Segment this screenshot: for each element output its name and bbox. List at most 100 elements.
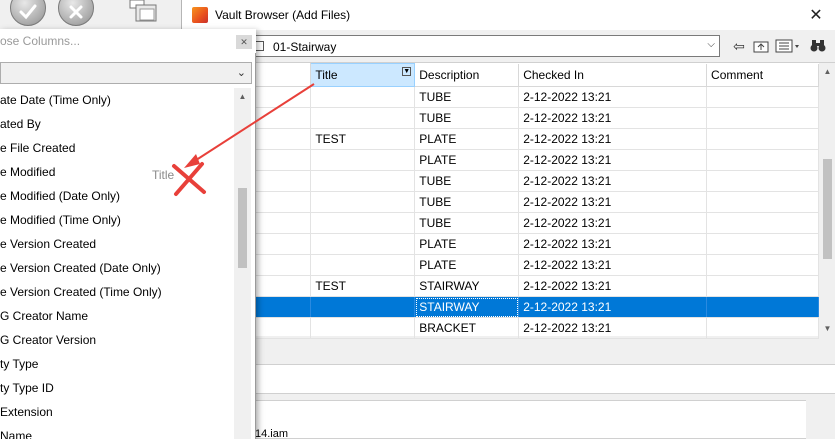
check-button[interactable] (10, 0, 46, 26)
cell-comment (706, 212, 819, 234)
cell-title (310, 212, 416, 234)
file-table: / Title▼ Description Checked In Comment … (182, 62, 835, 339)
column-option[interactable]: e Modified (Date Only) (0, 184, 234, 208)
cell-title (310, 107, 416, 129)
binoculars-icon[interactable] (808, 37, 828, 55)
column-option[interactable]: e Version Created (Date Only) (0, 256, 234, 280)
toolbar (0, 0, 180, 28)
cell-description: PLATE (414, 128, 520, 150)
table-row[interactable]: ptTUBE2-12-2022 13:21 (182, 212, 819, 234)
cell-description: STAIRWAY (414, 296, 520, 318)
lower-scrollbar[interactable] (806, 400, 823, 439)
column-option[interactable]: ate Date (Time Only) (0, 88, 234, 112)
cell-checked-in: 2-12-2022 13:21 (518, 254, 708, 276)
chooser-title-bar: ose Columns... ✕ (0, 29, 256, 53)
cell-comment (706, 275, 819, 297)
vault-browser-window: Vault Browser (Add Files) ✕ 01-Stairway … (181, 0, 835, 439)
column-option[interactable]: ated By (0, 112, 234, 136)
cell-comment (706, 254, 819, 276)
cell-comment (706, 191, 819, 213)
close-icon: ✕ (240, 36, 248, 47)
chevron-down-icon[interactable]: ⌵ (707, 39, 715, 50)
cell-checked-in: 2-12-2022 13:21 (518, 107, 708, 129)
choose-columns-panel: ose Columns... ✕ ⌄ ate Date (Time Only) a… (0, 29, 256, 439)
cell-description: PLATE (414, 254, 520, 276)
cell-comment (706, 128, 819, 150)
cell-comment (706, 233, 819, 255)
table-row[interactable]: wgTESTSTAIRWAY2-12-2022 13:21 (182, 275, 819, 297)
table-row[interactable]: ptTUBE2-12-2022 13:21 (182, 107, 819, 129)
column-category-select[interactable]: ⌄ (0, 62, 252, 84)
cell-title (310, 86, 416, 108)
cell-comment (706, 86, 819, 108)
column-option[interactable]: e File Created (0, 136, 234, 160)
cell-comment (706, 317, 819, 339)
cell-checked-in: 2-12-2022 13:21 (518, 296, 708, 318)
table-row[interactable]: amSTAIRWAY2-12-2022 13:21 (182, 296, 819, 318)
check-icon (19, 4, 37, 20)
cancel-button[interactable] (58, 0, 94, 26)
drag-ghost-label: Title (152, 168, 175, 182)
table-row[interactable]: ptTUBE2-12-2022 13:21 (182, 191, 819, 213)
column-option[interactable]: G Creator Name (0, 304, 234, 328)
x-circle-icon (69, 5, 83, 19)
cell-checked-in: 2-12-2022 13:21 (518, 170, 708, 192)
column-option[interactable]: e Modified (0, 160, 234, 184)
cell-title (310, 317, 416, 339)
view-options-icon[interactable] (774, 37, 802, 55)
chevron-down-icon[interactable]: ⌄ (237, 66, 246, 79)
table-row[interactable]: ptPLATE2-12-2022 13:21 (182, 254, 819, 276)
scroll-up-icon[interactable]: ▲ (819, 63, 835, 80)
column-option[interactable]: Name (0, 424, 234, 439)
filter-icon[interactable]: ▼ (402, 67, 412, 76)
column-option[interactable]: ty Type (0, 352, 234, 376)
back-arrow-icon[interactable]: ⇦ (730, 37, 748, 55)
table-row[interactable]: ptTUBE2-12-2022 13:21 (182, 86, 819, 108)
up-folder-icon[interactable] (752, 37, 770, 55)
column-option[interactable]: e Version Created (Time Only) (0, 280, 234, 304)
chooser-close-button[interactable]: ✕ (236, 35, 252, 49)
cell-title (310, 170, 416, 192)
table-row[interactable]: wgTESTPLATE2-12-2022 13:21 (182, 128, 819, 150)
cell-title (310, 233, 416, 255)
file-item[interactable]: 14.iam (255, 428, 288, 439)
column-header-comment[interactable]: Comment (706, 63, 819, 87)
path-combo[interactable]: 01-Stairway ⌵ (190, 35, 720, 57)
scroll-down-icon[interactable]: ▼ (819, 320, 835, 337)
cell-checked-in: 2-12-2022 13:21 (518, 212, 708, 234)
cell-description: TUBE (414, 170, 520, 192)
scroll-thumb[interactable] (238, 188, 247, 268)
cell-description: BRACKET (414, 317, 520, 339)
column-header-description[interactable]: Description (414, 63, 520, 87)
close-button[interactable]: ✕ (796, 0, 835, 30)
window-title: Vault Browser (Add Files) (215, 8, 351, 22)
cell-comment (706, 296, 819, 318)
cell-comment (706, 170, 819, 192)
column-header-checked-in[interactable]: Checked In (518, 63, 708, 87)
cell-checked-in: 2-12-2022 13:21 (518, 128, 708, 150)
chooser-scrollbar[interactable]: ▲ (234, 88, 251, 439)
cell-description: STAIRWAY (414, 275, 520, 297)
column-option[interactable]: G Creator Version (0, 328, 234, 352)
cell-checked-in: 2-12-2022 13:21 (518, 86, 708, 108)
cell-description: TUBE (414, 107, 520, 129)
column-option[interactable]: Extension (0, 400, 234, 424)
table-scrollbar[interactable]: ▲ ▼ (819, 63, 835, 337)
table-header: / Title▼ Description Checked In Comment (182, 63, 819, 87)
table-row[interactable]: amBRACKET2-12-2022 13:21 (182, 317, 819, 339)
column-option[interactable]: ty Type ID (0, 376, 234, 400)
cell-description: PLATE (414, 233, 520, 255)
cell-title: TEST (310, 275, 416, 297)
available-columns-list: ate Date (Time Only) ated By e File Create… (0, 88, 234, 439)
table-row[interactable]: ptPLATE2-12-2022 13:21 (182, 233, 819, 255)
table-row[interactable]: ptTUBE2-12-2022 13:21 (182, 170, 819, 192)
scroll-thumb[interactable] (823, 159, 832, 259)
selected-files-list: 14.iam (182, 400, 822, 439)
column-header-title[interactable]: Title ▼ (310, 63, 416, 87)
column-option[interactable]: e Version Created (0, 232, 234, 256)
stacked-windows-icon[interactable] (128, 0, 160, 22)
column-option[interactable]: e Modified (Time Only) (0, 208, 234, 232)
cell-description: TUBE (414, 191, 520, 213)
scroll-up-icon[interactable]: ▲ (234, 88, 251, 105)
table-row[interactable]: ptPLATE2-12-2022 13:21 (182, 149, 819, 171)
